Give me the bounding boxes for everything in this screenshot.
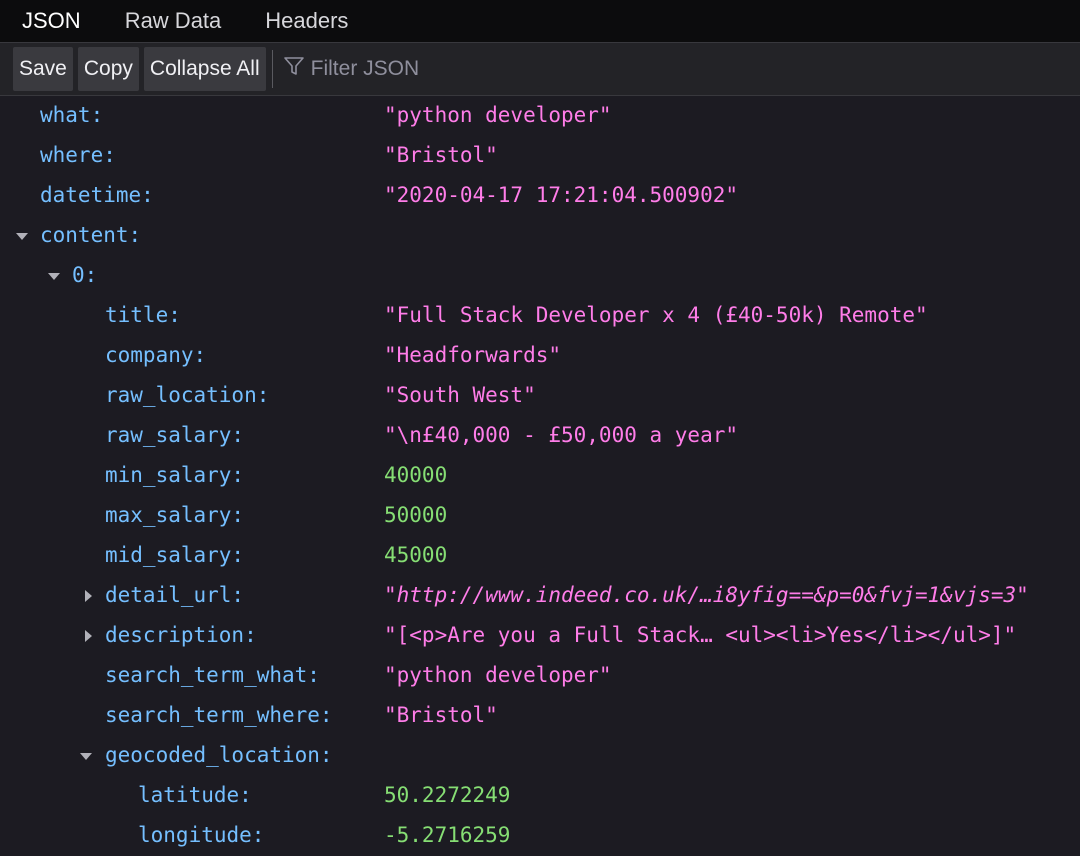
json-value: "\n£40,000 - £50,000 a year" bbox=[384, 423, 739, 447]
toolbar-separator bbox=[271, 50, 273, 88]
chevron-right-icon[interactable] bbox=[80, 588, 96, 604]
tree-row[interactable]: geocoded_location: bbox=[0, 736, 1080, 776]
tree-row[interactable]: raw_salary: "\n£40,000 - £50,000 a year" bbox=[0, 416, 1080, 456]
json-key: latitude: bbox=[138, 783, 252, 807]
json-value: "python developer" bbox=[384, 103, 612, 127]
json-value: 50.2272249 bbox=[384, 783, 511, 807]
json-value: "Full Stack Developer x 4 (£40-50k) Remo… bbox=[384, 303, 928, 327]
tree-row[interactable]: mid_salary: 45000 bbox=[0, 536, 1080, 576]
chevron-down-icon[interactable] bbox=[46, 268, 62, 284]
tree-row[interactable]: datetime: "2020-04-17 17:21:04.500902" bbox=[0, 176, 1080, 216]
json-key: company: bbox=[105, 343, 207, 367]
tab-headers[interactable]: Headers bbox=[243, 0, 370, 42]
json-key: geocoded_location: bbox=[105, 743, 333, 767]
tree-row[interactable]: latitude: 50.2272249 bbox=[0, 776, 1080, 816]
tree-row[interactable]: title: "Full Stack Developer x 4 (£40-50… bbox=[0, 296, 1080, 336]
json-key: where: bbox=[40, 143, 116, 167]
json-key: search_term_what: bbox=[105, 663, 320, 687]
copy-button[interactable]: Copy bbox=[77, 47, 139, 91]
json-value: "python developer" bbox=[384, 663, 612, 687]
json-key: content: bbox=[40, 223, 142, 247]
tree-row[interactable]: content: bbox=[0, 216, 1080, 256]
filter-placeholder: Filter JSON bbox=[310, 57, 420, 80]
json-value: "Bristol" bbox=[384, 703, 498, 727]
tree-row[interactable]: 0: bbox=[0, 256, 1080, 296]
json-key: mid_salary: bbox=[105, 543, 245, 567]
json-value: "[<p>Are you a Full Stack… <ul><li>Yes</… bbox=[384, 623, 1017, 647]
filter-icon bbox=[283, 55, 311, 83]
tab-json[interactable]: JSON bbox=[0, 0, 103, 42]
tree-row[interactable]: what: "python developer" bbox=[0, 96, 1080, 136]
json-key: raw_location: bbox=[105, 383, 270, 407]
json-key: raw_salary: bbox=[105, 423, 245, 447]
json-value: "South West" bbox=[384, 383, 536, 407]
tab-bar: JSON Raw Data Headers bbox=[0, 0, 1080, 43]
json-value: 45000 bbox=[384, 543, 448, 567]
json-key: longitude: bbox=[138, 823, 265, 847]
json-key: search_term_where: bbox=[105, 703, 333, 727]
json-value: "Headforwards" bbox=[384, 343, 562, 367]
tree-row[interactable]: longitude: -5.2716259 bbox=[0, 816, 1080, 856]
chevron-down-icon[interactable] bbox=[78, 748, 94, 764]
tree-row[interactable]: search_term_what: "python developer" bbox=[0, 656, 1080, 696]
filter-json-input[interactable]: Filter JSON bbox=[283, 55, 420, 83]
json-tree: what: "python developer" where: "Bristol… bbox=[0, 96, 1080, 856]
tree-row[interactable]: where: "Bristol" bbox=[0, 136, 1080, 176]
tree-row[interactable]: detail_url: "http://www.indeed.co.uk/…i8… bbox=[0, 576, 1080, 616]
json-key: min_salary: bbox=[105, 463, 245, 487]
json-value: 50000 bbox=[384, 503, 448, 527]
collapse-all-button[interactable]: Collapse All bbox=[143, 47, 266, 91]
json-value: "http://www.indeed.co.uk/…i8yfig==&p=0&f… bbox=[384, 583, 1029, 607]
json-key: title: bbox=[105, 303, 181, 327]
json-value: -5.2716259 bbox=[384, 823, 511, 847]
json-key: max_salary: bbox=[105, 503, 245, 527]
tree-row[interactable]: company: "Headforwards" bbox=[0, 336, 1080, 376]
json-key: description: bbox=[105, 623, 257, 647]
json-value: "2020-04-17 17:21:04.500902" bbox=[384, 183, 739, 207]
toolbar: Save Copy Collapse All Filter JSON bbox=[0, 43, 1080, 96]
tree-row[interactable]: raw_location: "South West" bbox=[0, 376, 1080, 416]
tree-row[interactable]: search_term_where: "Bristol" bbox=[0, 696, 1080, 736]
tab-raw-data[interactable]: Raw Data bbox=[103, 0, 244, 42]
json-key: what: bbox=[40, 103, 104, 127]
json-key: datetime: bbox=[40, 183, 154, 207]
tree-row[interactable]: max_salary: 50000 bbox=[0, 496, 1080, 536]
chevron-down-icon[interactable] bbox=[14, 228, 30, 244]
json-value: "Bristol" bbox=[384, 143, 498, 167]
json-value: 40000 bbox=[384, 463, 448, 487]
json-key: 0: bbox=[72, 263, 98, 287]
tree-row[interactable]: min_salary: 40000 bbox=[0, 456, 1080, 496]
tree-row[interactable]: description: "[<p>Are you a Full Stack… … bbox=[0, 616, 1080, 656]
chevron-right-icon[interactable] bbox=[80, 628, 96, 644]
save-button[interactable]: Save bbox=[13, 47, 73, 91]
json-key: detail_url: bbox=[105, 583, 245, 607]
